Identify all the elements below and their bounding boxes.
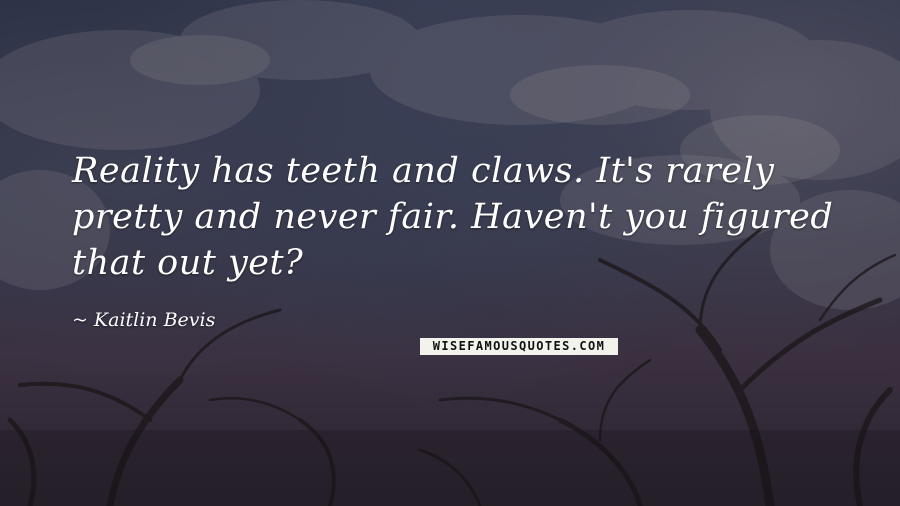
quote-author: ~ Kaitlin Bevis — [72, 307, 215, 333]
quote-card: Reality has teeth and claws. It's rarely… — [0, 0, 900, 506]
author-dash: ~ — [72, 309, 88, 331]
author-name: Kaitlin Bevis — [93, 309, 216, 331]
quote-text: Reality has teeth and claws. It's rarely… — [72, 151, 834, 283]
watermark-logo: WISEFAMOUSQUOTES.COM — [420, 338, 618, 355]
